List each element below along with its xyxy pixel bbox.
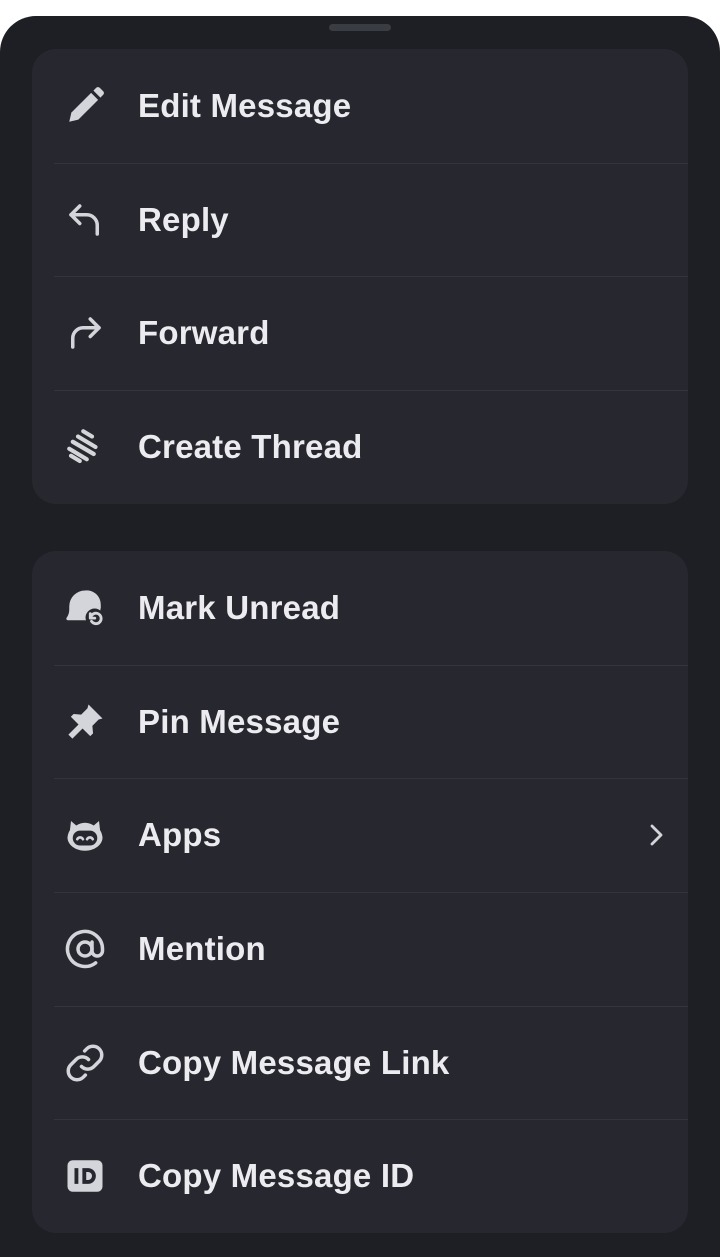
thread-icon bbox=[64, 426, 106, 468]
pin-message-item[interactable]: Pin Message bbox=[32, 664, 688, 779]
pencil-icon bbox=[64, 85, 106, 127]
mark-unread-item[interactable]: Mark Unread bbox=[32, 551, 688, 665]
secondary-actions-group: Mark Unread Pin Message Apps Mention Cop… bbox=[32, 551, 688, 1233]
chevron-right-icon bbox=[646, 820, 668, 850]
at-sign-icon bbox=[64, 928, 106, 970]
id-icon bbox=[64, 1155, 106, 1197]
create-thread-item[interactable]: Create Thread bbox=[32, 390, 688, 504]
drag-handle[interactable] bbox=[329, 24, 391, 31]
primary-actions-group: Edit Message Reply Forward Create Thread bbox=[32, 49, 688, 504]
apps-item[interactable]: Apps bbox=[32, 778, 688, 892]
apps-label: Apps bbox=[138, 816, 222, 854]
pin-message-label: Pin Message bbox=[138, 702, 341, 740]
copy-message-link-label: Copy Message Link bbox=[138, 1043, 450, 1081]
link-icon bbox=[64, 1042, 106, 1084]
copy-message-link-item[interactable]: Copy Message Link bbox=[32, 1005, 688, 1120]
edit-message-item[interactable]: Edit Message bbox=[32, 49, 688, 163]
mention-item[interactable]: Mention bbox=[32, 892, 688, 1006]
forward-item[interactable]: Forward bbox=[32, 276, 688, 390]
reply-label: Reply bbox=[138, 200, 229, 238]
forward-arrow-icon bbox=[64, 312, 106, 354]
robot-icon bbox=[64, 814, 106, 856]
copy-message-id-item[interactable]: Copy Message ID bbox=[32, 1119, 688, 1233]
forward-label: Forward bbox=[138, 314, 270, 352]
edit-message-label: Edit Message bbox=[138, 86, 352, 124]
reply-arrow-icon bbox=[64, 199, 106, 241]
message-actions-sheet: Edit Message Reply Forward Create Thread bbox=[0, 16, 720, 1257]
mention-label: Mention bbox=[138, 929, 266, 967]
mark-unread-icon bbox=[64, 587, 106, 629]
pin-icon bbox=[64, 701, 106, 743]
mark-unread-label: Mark Unread bbox=[138, 588, 341, 626]
reply-item[interactable]: Reply bbox=[32, 162, 688, 277]
copy-message-id-label: Copy Message ID bbox=[138, 1157, 415, 1195]
create-thread-label: Create Thread bbox=[138, 427, 363, 465]
